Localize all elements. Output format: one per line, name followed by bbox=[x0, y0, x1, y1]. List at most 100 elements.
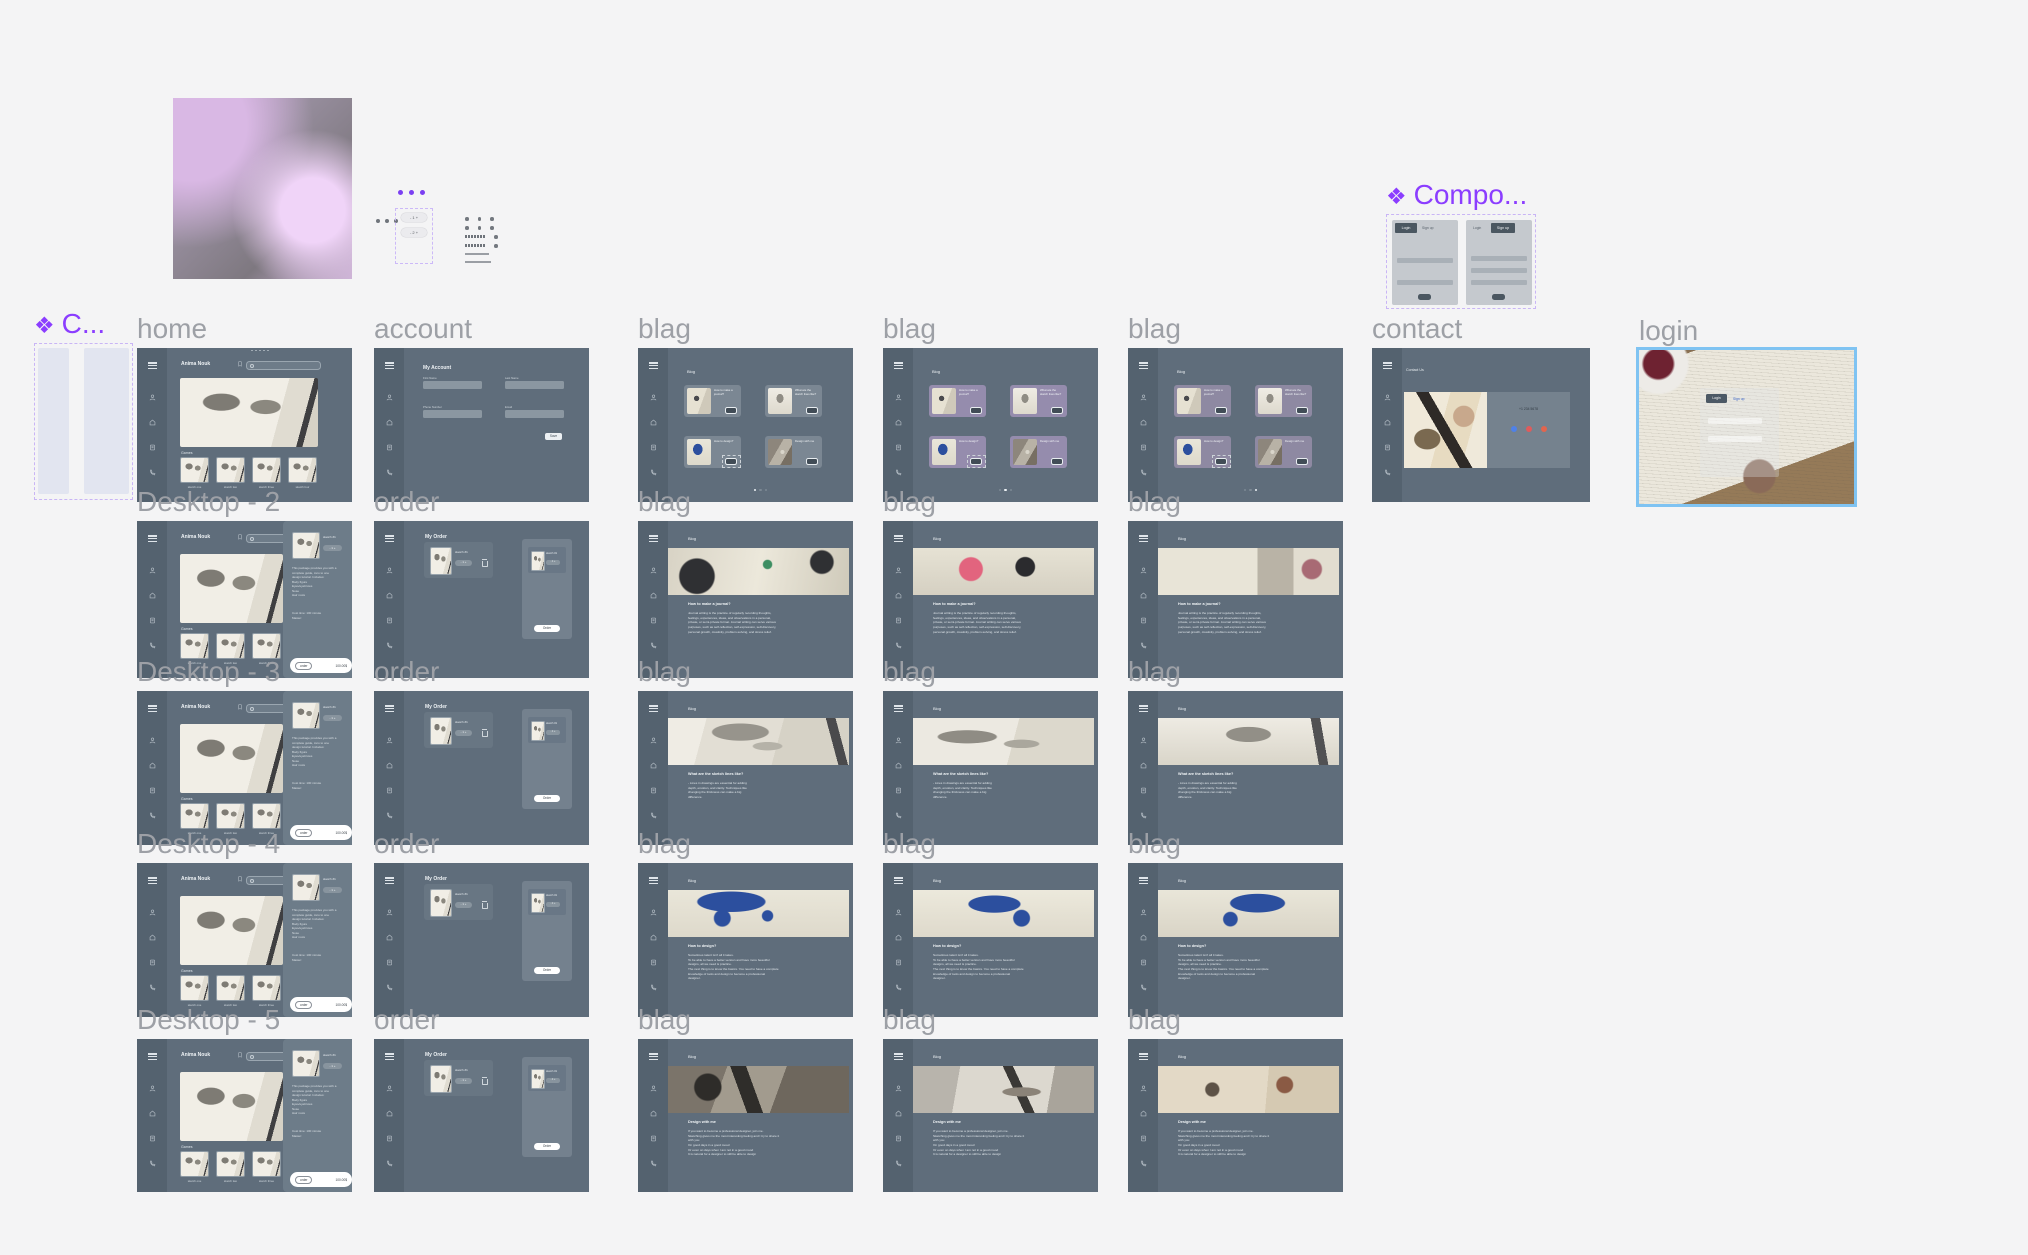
sketch-card[interactable]: sketch one bbox=[180, 457, 209, 489]
page-dot[interactable] bbox=[1255, 489, 1257, 491]
signup-tab[interactable]: Sign up bbox=[1491, 223, 1515, 233]
document-icon[interactable] bbox=[650, 617, 657, 624]
read-more-button[interactable] bbox=[1296, 458, 1308, 465]
cart-mini-card[interactable]: sketch #1 - 1 + bbox=[528, 889, 566, 915]
bookmark-icon[interactable] bbox=[238, 876, 242, 882]
menu-icon[interactable] bbox=[649, 704, 658, 713]
order-item-card[interactable]: sketch #1 - 1 + bbox=[424, 542, 493, 578]
quantity-stepper[interactable]: - 1 + bbox=[455, 730, 472, 736]
frame-label[interactable]: ❖Compo... bbox=[1386, 178, 1527, 212]
frame-desktop-3[interactable]: Anima Nouk Games sketch one sketch two s… bbox=[137, 691, 352, 845]
menu-icon[interactable] bbox=[649, 534, 658, 543]
document-icon[interactable] bbox=[895, 959, 902, 966]
document-icon[interactable] bbox=[895, 617, 902, 624]
frame-blag-article-2c[interactable]: Blog What are the sketch lines like? - L… bbox=[1128, 691, 1343, 845]
phone-icon[interactable] bbox=[149, 1160, 156, 1167]
user-icon[interactable] bbox=[149, 737, 156, 744]
home-icon[interactable] bbox=[1384, 419, 1391, 426]
frame-blag-article-2b[interactable]: Blog What are the sketch lines like? - L… bbox=[883, 691, 1098, 845]
cart-mini-card[interactable]: sketch #1 - 1 + bbox=[528, 717, 566, 743]
login-tab[interactable]: Login bbox=[1473, 226, 1481, 230]
quantity-stepper[interactable]: - 1 + bbox=[455, 560, 472, 566]
frame-label[interactable]: ❖account bbox=[374, 312, 472, 346]
order-item-card[interactable]: sketch #1 - 1 + bbox=[424, 1060, 493, 1096]
frame-label[interactable]: ❖order bbox=[374, 655, 439, 689]
home-icon[interactable] bbox=[1140, 934, 1147, 941]
frame-label[interactable]: ❖blag bbox=[638, 485, 691, 519]
purple-dots-component[interactable] bbox=[398, 190, 425, 195]
phone-icon[interactable] bbox=[386, 1160, 393, 1167]
quantity-stepper[interactable]: - 1 + bbox=[323, 715, 342, 721]
cart-mini-card[interactable]: sketch #1 - 1 + bbox=[528, 547, 566, 573]
frame-label[interactable]: ❖Desktop - 4 bbox=[137, 827, 280, 861]
order-button[interactable]: order bbox=[295, 829, 312, 837]
input-field[interactable] bbox=[1471, 268, 1527, 273]
order-button[interactable]: order bbox=[295, 1001, 312, 1009]
home-icon[interactable] bbox=[895, 592, 902, 599]
quantity-stepper[interactable]: - 1 + bbox=[546, 1078, 560, 1083]
menu-icon[interactable] bbox=[148, 534, 157, 543]
frame-blag-grid-2[interactable]: Blog How to make a journal? What are the… bbox=[883, 348, 1098, 502]
read-more-button[interactable] bbox=[806, 407, 818, 414]
frame-order-2[interactable]: My Order sketch #1 - 1 + sketch #1 - 1 +… bbox=[374, 691, 589, 845]
first-name-field[interactable] bbox=[423, 381, 482, 389]
phone-icon[interactable] bbox=[650, 469, 657, 476]
user-icon[interactable] bbox=[1140, 567, 1147, 574]
document-icon[interactable] bbox=[149, 617, 156, 624]
sketch-card[interactable]: sketch three bbox=[252, 1151, 281, 1183]
input-field[interactable] bbox=[1397, 258, 1453, 263]
home-icon[interactable] bbox=[650, 1110, 657, 1117]
phone-icon[interactable] bbox=[895, 812, 902, 819]
document-icon[interactable] bbox=[386, 787, 393, 794]
document-icon[interactable] bbox=[149, 959, 156, 966]
frame-label[interactable]: ❖blag bbox=[638, 312, 691, 346]
sketch-card[interactable]: sketch two bbox=[216, 1151, 245, 1183]
menu-icon[interactable] bbox=[1139, 704, 1148, 713]
menu-icon[interactable] bbox=[649, 361, 658, 370]
dot-grid-component[interactable] bbox=[465, 217, 517, 269]
document-icon[interactable] bbox=[1140, 787, 1147, 794]
frame-label[interactable]: ❖blag bbox=[883, 1003, 936, 1037]
auth-card-login-variant[interactable]: Login Sign up bbox=[1392, 220, 1458, 305]
social-telegram-icon[interactable] bbox=[1511, 426, 1517, 432]
frame-blag-article-4c[interactable]: Blog Design with me If you want to becom… bbox=[1128, 1039, 1343, 1192]
quantity-stepper[interactable]: - 1 + bbox=[455, 902, 472, 908]
login-tab[interactable]: Login bbox=[1706, 394, 1727, 403]
menu-icon[interactable] bbox=[894, 876, 903, 885]
frame-blag-article-3a[interactable]: Blog How to design? Sometimes talent isn… bbox=[638, 863, 853, 1017]
user-icon[interactable] bbox=[386, 737, 393, 744]
phone-icon[interactable] bbox=[149, 984, 156, 991]
pagination-dots[interactable] bbox=[1158, 489, 1343, 491]
input-field[interactable] bbox=[1471, 280, 1527, 285]
blog-card[interactable]: How to make a journal? bbox=[929, 385, 986, 417]
phone-icon[interactable] bbox=[895, 642, 902, 649]
pagination-dots[interactable] bbox=[668, 489, 853, 491]
frame-label[interactable]: ❖blag bbox=[638, 1003, 691, 1037]
phone-icon[interactable] bbox=[1140, 812, 1147, 819]
auth-card-signup-variant[interactable]: Login Sign up bbox=[1466, 220, 1532, 305]
blog-card[interactable]: What are the sketch lines like? bbox=[765, 385, 822, 417]
frame-login[interactable]: Login Sign up bbox=[1639, 350, 1854, 504]
menu-icon[interactable] bbox=[385, 876, 394, 885]
page-dot[interactable] bbox=[765, 489, 767, 491]
menu-icon[interactable] bbox=[385, 704, 394, 713]
frame-label[interactable]: ❖contact bbox=[1372, 312, 1462, 346]
phone-icon[interactable] bbox=[895, 1160, 902, 1167]
phone-icon[interactable] bbox=[650, 812, 657, 819]
order-item-card[interactable]: sketch #1 - 1 + bbox=[424, 884, 493, 920]
blog-card[interactable]: Design with me bbox=[1255, 436, 1312, 468]
frame-label[interactable]: ❖blag bbox=[883, 827, 936, 861]
sketch-card[interactable]: sketch three bbox=[252, 975, 281, 1007]
document-icon[interactable] bbox=[650, 787, 657, 794]
user-icon[interactable] bbox=[895, 394, 902, 401]
home-icon[interactable] bbox=[386, 934, 393, 941]
sketch-card[interactable]: sketch two bbox=[216, 975, 245, 1007]
frame-label[interactable]: ❖Desktop - 3 bbox=[137, 655, 280, 689]
frame-account[interactable]: My Account First Name Last Name Phone Nu… bbox=[374, 348, 589, 502]
frame-order-3[interactable]: My Order sketch #1 - 1 + sketch #1 - 1 +… bbox=[374, 863, 589, 1017]
blog-card[interactable]: How to design? bbox=[1174, 436, 1231, 468]
menu-icon[interactable] bbox=[148, 876, 157, 885]
document-icon[interactable] bbox=[386, 617, 393, 624]
order-button[interactable]: order bbox=[295, 1176, 312, 1184]
stepper-component-frame[interactable]: - 1 + - 2 + bbox=[395, 208, 433, 264]
